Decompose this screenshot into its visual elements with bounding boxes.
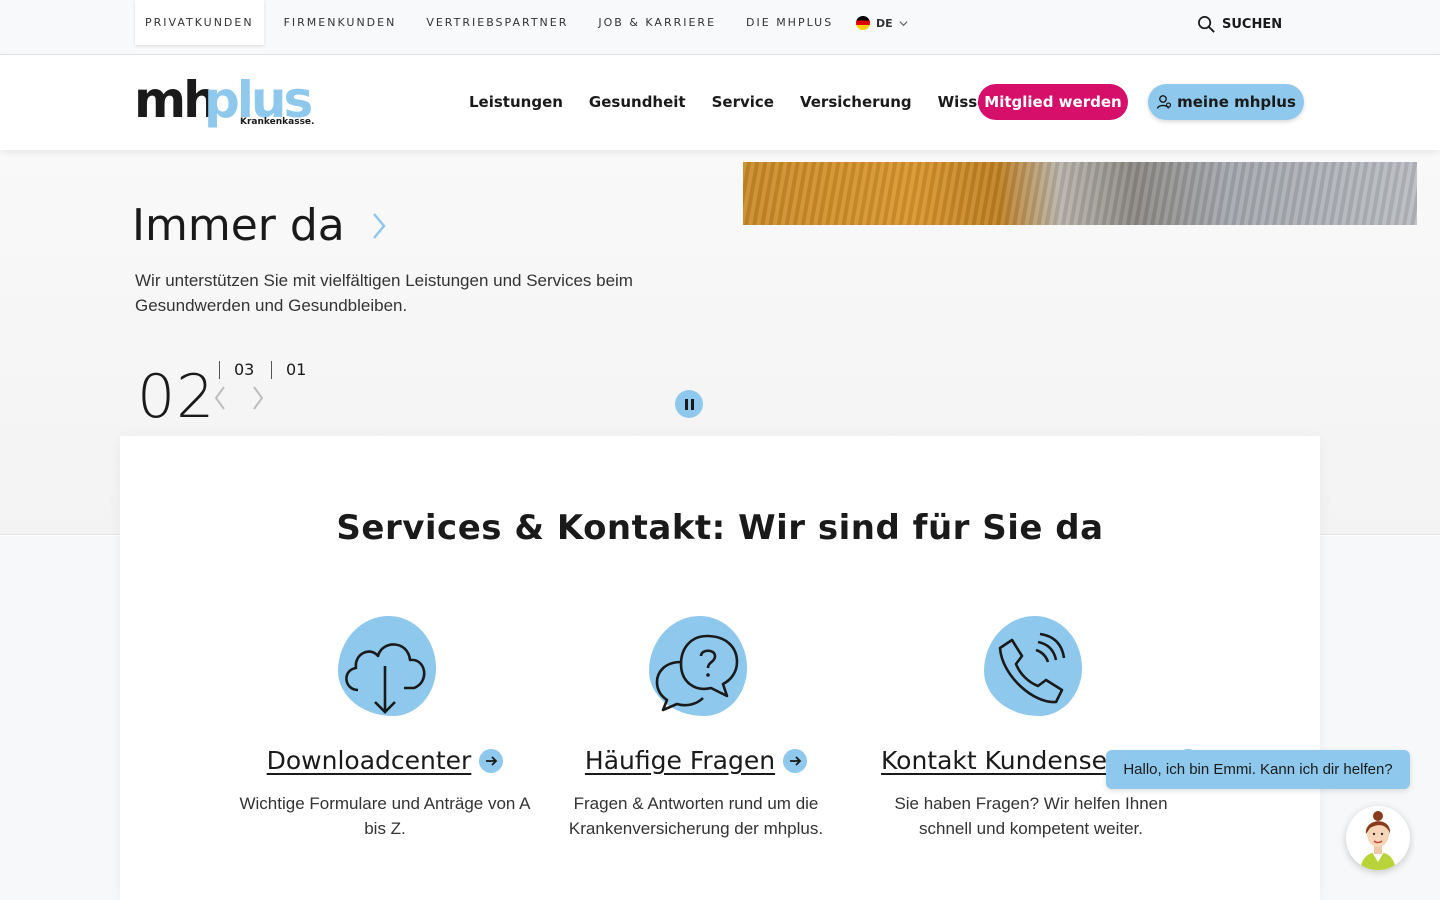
downloadcenter-description: Wichtige Formulare und Anträge von A bis… bbox=[239, 794, 531, 838]
chatbot-avatar[interactable] bbox=[1346, 806, 1410, 870]
hero-title-link[interactable]: Immer da bbox=[132, 200, 387, 251]
meine-mhplus-button[interactable]: meine mhplus bbox=[1148, 84, 1304, 120]
slide-indicator-after[interactable]: 01 bbox=[271, 361, 306, 379]
arrow-right-icon bbox=[479, 748, 504, 773]
faq-link-label: Häufige Fragen bbox=[584, 746, 776, 775]
hero-image bbox=[743, 162, 1417, 225]
german-flag-icon bbox=[856, 16, 870, 30]
language-label: DE bbox=[876, 16, 893, 30]
chevron-right-icon bbox=[372, 212, 386, 239]
service-faq: Häufige Fragen Fragen & Antworten rund u… bbox=[546, 614, 846, 841]
user-icon bbox=[1156, 95, 1172, 109]
logo-subtitle: Krankenkasse. bbox=[240, 117, 315, 127]
faq-description: Fragen & Antworten rund um die Krankenve… bbox=[568, 794, 824, 838]
downloadcenter-link-label: Downloadcenter bbox=[266, 746, 472, 775]
assistant-avatar-icon bbox=[1360, 811, 1396, 870]
phone-icon bbox=[976, 614, 1086, 724]
service-downloadcenter: Downloadcenter Wichtige Formulare und An… bbox=[235, 614, 535, 841]
main-nav: Leistungen Gesundheit Service Versicheru… bbox=[469, 93, 1024, 111]
audience-tab-firmenkunden[interactable]: FIRMENKUNDEN bbox=[274, 0, 407, 45]
nav-gesundheit[interactable]: Gesundheit bbox=[589, 93, 686, 111]
nav-versicherung[interactable]: Versicherung bbox=[800, 93, 912, 111]
chevron-down-icon bbox=[899, 20, 908, 26]
slide-current-number: 02 bbox=[137, 362, 216, 432]
slider-pause-button[interactable] bbox=[675, 390, 703, 418]
become-member-button[interactable]: Mitglied werden bbox=[978, 84, 1128, 120]
slide-next-icon[interactable] bbox=[250, 384, 266, 412]
slide-prev-icon[interactable] bbox=[212, 384, 228, 412]
main-header: mh plus Krankenkasse. Leistungen Gesundh… bbox=[0, 55, 1440, 150]
nav-service[interactable]: Service bbox=[712, 93, 774, 111]
services-heading: Services & Kontakt: Wir sind für Sie da bbox=[336, 508, 1104, 548]
hero-title: Immer da bbox=[132, 200, 345, 251]
top-bar: PRIVATKUNDEN FIRMENKUNDEN VERTRIEBSPARTN… bbox=[0, 0, 1440, 55]
meine-mhplus-label: meine mhplus bbox=[1177, 93, 1296, 111]
language-selector[interactable]: DE bbox=[856, 16, 909, 30]
nav-leistungen[interactable]: Leistungen bbox=[469, 93, 563, 111]
slide-indicator-next[interactable]: 03 bbox=[219, 361, 254, 379]
chatbot-greeting-bubble[interactable]: Hallo, ich bin Emmi. Kann ich dir helfen… bbox=[1106, 750, 1410, 789]
audience-tab-die-mhplus[interactable]: DIE MHPLUS bbox=[736, 0, 843, 45]
faq-link[interactable]: Häufige Fragen bbox=[584, 746, 808, 775]
service-kontakt: Kontakt Kundenservice Sie haben Fragen? … bbox=[881, 614, 1201, 841]
audience-nav: PRIVATKUNDEN FIRMENKUNDEN VERTRIEBSPARTN… bbox=[135, 0, 853, 45]
kontakt-description: Sie haben Fragen? Wir helfen Ihnen schne… bbox=[894, 794, 1168, 838]
cloud-download-icon bbox=[330, 614, 440, 724]
services-card: Services & Kontakt: Wir sind für Sie da … bbox=[120, 436, 1320, 900]
audience-tab-privatkunden[interactable]: PRIVATKUNDEN bbox=[135, 0, 264, 45]
search-button[interactable]: SUCHEN bbox=[1197, 15, 1282, 34]
search-label: SUCHEN bbox=[1222, 17, 1283, 32]
hero-text: Wir unterstützen Sie mit vielfältigen Le… bbox=[135, 271, 633, 315]
audience-tab-vertriebspartner[interactable]: VERTRIEBSPARTNER bbox=[416, 0, 578, 45]
downloadcenter-link[interactable]: Downloadcenter bbox=[267, 746, 504, 775]
chat-question-icon bbox=[641, 614, 751, 724]
mhplus-logo[interactable]: mh plus Krankenkasse. bbox=[134, 75, 314, 131]
audience-tab-job-karriere[interactable]: JOB & KARRIERE bbox=[588, 0, 726, 45]
arrow-right-icon bbox=[783, 748, 808, 773]
search-icon bbox=[1198, 16, 1215, 33]
